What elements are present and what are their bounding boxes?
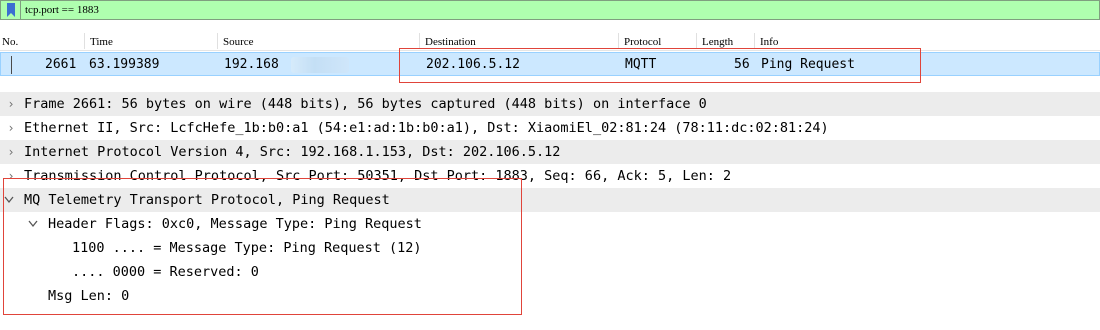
column-separator[interactable] xyxy=(84,33,85,49)
chevron-right-icon[interactable]: › xyxy=(4,92,18,116)
packet-no: 2661 xyxy=(45,57,77,72)
packet-time: 63.199389 xyxy=(89,57,160,72)
packet-source: 192.168 xyxy=(224,57,279,72)
annotation-box-packet xyxy=(399,48,921,83)
bookmark-icon[interactable] xyxy=(4,2,18,18)
display-filter-input[interactable]: tcp.port == 1883 xyxy=(20,1,99,19)
redaction-blur xyxy=(291,57,349,73)
column-header-source[interactable]: Source xyxy=(223,34,254,50)
tree-item-ipv4[interactable]: › Internet Protocol Version 4, Src: 192.… xyxy=(0,140,1100,164)
tree-item-frame[interactable]: › Frame 2661: 56 bytes on wire (448 bits… xyxy=(0,92,1100,116)
annotation-box-mqtt xyxy=(3,178,522,315)
column-header-time[interactable]: Time xyxy=(90,34,113,50)
column-separator[interactable] xyxy=(419,33,420,49)
column-header-no[interactable]: No. xyxy=(2,34,18,50)
chevron-right-icon[interactable]: › xyxy=(4,140,18,164)
row-marker xyxy=(11,56,12,74)
column-separator[interactable] xyxy=(696,33,697,49)
tree-item-ethernet[interactable]: › Ethernet II, Src: LcfcHefe_1b:b0:a1 (5… xyxy=(0,116,1100,140)
column-separator[interactable] xyxy=(618,33,619,49)
column-separator[interactable] xyxy=(754,33,755,49)
display-filter-bar[interactable]: tcp.port == 1883 xyxy=(0,0,1100,20)
column-separator[interactable] xyxy=(217,33,218,49)
chevron-right-icon[interactable]: › xyxy=(4,116,18,140)
